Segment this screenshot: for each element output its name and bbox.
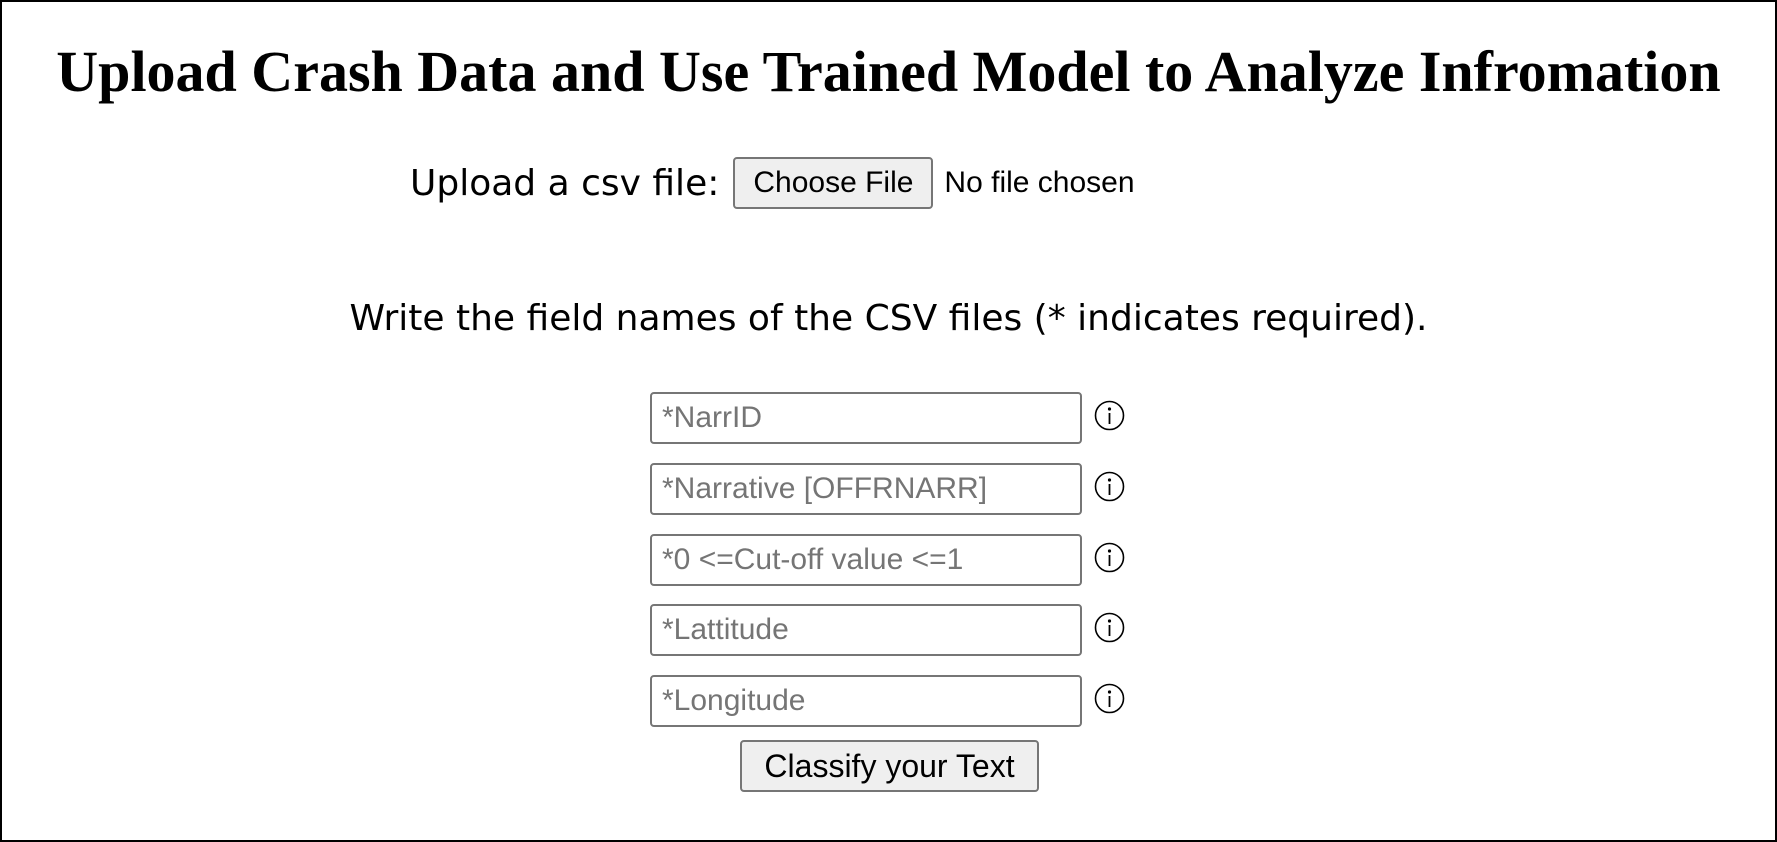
classify-button[interactable]: Classify your Text (740, 740, 1039, 792)
choose-file-button[interactable]: Choose File (733, 157, 934, 209)
field-row-narrid (650, 392, 1125, 444)
upload-row: Upload a csv file: Choose File No file c… (410, 157, 1135, 209)
info-icon[interactable] (1094, 471, 1125, 502)
info-icon[interactable] (1094, 612, 1125, 643)
field-row-narrative (650, 463, 1125, 515)
info-icon[interactable] (1094, 542, 1125, 573)
latitude-field[interactable] (650, 604, 1082, 656)
info-icon[interactable] (1094, 683, 1125, 714)
info-icon[interactable] (1094, 400, 1125, 431)
page-title: Upload Crash Data and Use Trained Model … (56, 39, 1721, 104)
page: Upload Crash Data and Use Trained Model … (0, 0, 1777, 842)
field-row-latitude (650, 604, 1125, 656)
file-status: No file chosen (944, 166, 1135, 199)
instructions-text: Write the field names of the CSV files (… (349, 298, 1428, 339)
cutoff-field[interactable] (650, 534, 1082, 586)
narrid-field[interactable] (650, 392, 1082, 444)
field-row-longitude (650, 675, 1125, 727)
upload-label: Upload a csv file: (410, 162, 720, 204)
field-row-cutoff (650, 534, 1125, 586)
longitude-field[interactable] (650, 675, 1082, 727)
narrative-field[interactable] (650, 463, 1082, 515)
